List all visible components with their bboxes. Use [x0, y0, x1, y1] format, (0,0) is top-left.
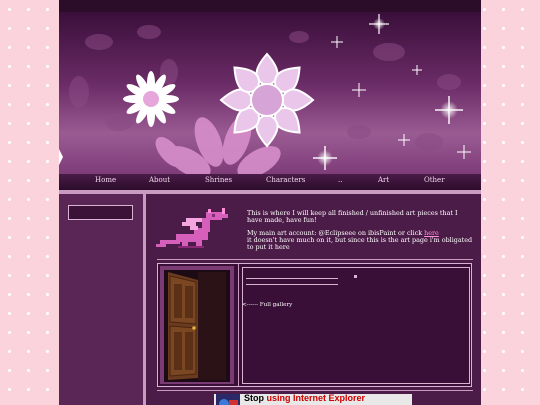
dragon-pixel-art-icon — [156, 208, 228, 248]
nav-art[interactable]: Art — [378, 176, 389, 184]
nav-shrines[interactable]: Shrines — [205, 176, 232, 184]
rule-line — [246, 278, 338, 279]
flower-banner-art — [59, 14, 471, 174]
panel-divider — [238, 264, 239, 386]
header-banner — [59, 12, 481, 174]
stop-ie-banner[interactable]: Stop using Internet Explorer — [214, 394, 412, 405]
nav-about[interactable]: About — [149, 176, 170, 184]
warning-icon — [216, 394, 240, 405]
stop-ie-text: Stop using Internet Explorer — [244, 394, 365, 403]
door-icon — [160, 266, 234, 384]
bullet-dot — [354, 275, 357, 278]
door-image[interactable] — [160, 266, 234, 384]
nav-other[interactable]: Other — [424, 176, 445, 184]
intro-line-2: have made, have fun! — [247, 216, 317, 224]
ie-label: using Internet Explorer — [266, 394, 366, 403]
sidebar-box — [68, 205, 133, 220]
main-navigation: Home About Shrines Characters .. Art Oth… — [59, 174, 481, 190]
rule-line — [246, 284, 338, 285]
main-content: This is where I will keep all finished /… — [147, 194, 481, 405]
gallery-info-box: <------ Full gallery — [242, 267, 470, 384]
full-gallery-link[interactable]: <------ Full gallery — [242, 302, 292, 308]
content-divider-bottom — [157, 390, 473, 391]
sidebar — [59, 194, 146, 405]
page-container: Home About Shrines Characters .. Art Oth… — [59, 0, 481, 405]
gallery-panel: <------ Full gallery — [157, 263, 472, 387]
nav-home[interactable]: Home — [95, 176, 116, 184]
ie-logo-icon — [219, 399, 238, 405]
nav-characters[interactable]: Characters — [266, 176, 305, 184]
content-divider — [157, 259, 473, 260]
stop-label: Stop — [244, 394, 264, 403]
top-bar — [59, 0, 481, 12]
nav-ellipsis[interactable]: .. — [338, 176, 342, 184]
intro-line-5: to put it here — [247, 243, 290, 251]
